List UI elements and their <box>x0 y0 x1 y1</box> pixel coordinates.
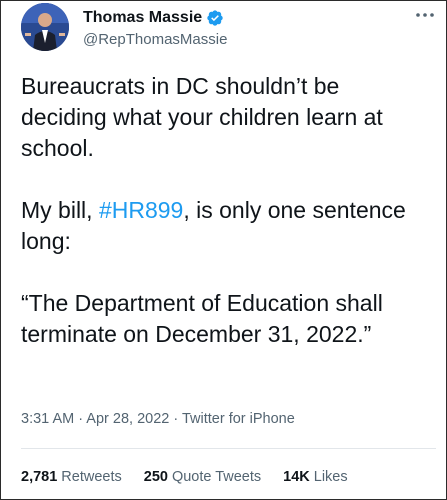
tweet-header: Thomas Massie @RepThomasMassie <box>21 3 441 55</box>
tweet-text-prefix: My bill, <box>21 197 99 223</box>
tweet-time[interactable]: 3:31 AM <box>21 411 74 427</box>
name-row: Thomas Massie <box>83 9 224 27</box>
retweets-stat[interactable]: 2,781 Retweets <box>21 469 122 485</box>
hashtag-link[interactable]: #HR899 <box>99 197 183 223</box>
tweet-paragraph-3: “The Department of Education shall termi… <box>21 290 383 347</box>
tweet-card: Thomas Massie @RepThomasMassie Bureaucra… <box>0 0 447 500</box>
quote-tweets-label: Quote Tweets <box>171 469 262 485</box>
meta-separator: · <box>74 411 87 427</box>
tweet-date[interactable]: Apr 28, 2022 <box>86 411 169 427</box>
likes-label: Likes <box>313 469 348 485</box>
quote-tweets-count: 250 <box>143 469 168 485</box>
tweet-stats: 2,781 Retweets 250 Quote Tweets 14K Likes <box>21 469 370 485</box>
display-name[interactable]: Thomas Massie <box>83 9 202 27</box>
tweet-text: Bureaucrats in DC shouldn’t be deciding … <box>21 71 431 381</box>
quote-tweets-stat[interactable]: 250 Quote Tweets <box>144 469 261 485</box>
meta-separator: · <box>169 411 182 427</box>
likes-stat[interactable]: 14K Likes <box>283 469 347 485</box>
divider <box>21 448 436 449</box>
retweets-count: 2,781 <box>21 469 58 485</box>
avatar[interactable] <box>21 3 69 51</box>
likes-count: 14K <box>283 469 310 485</box>
tweet-source[interactable]: Twitter for iPhone <box>182 411 295 427</box>
handle[interactable]: @RepThomasMassie <box>83 31 227 48</box>
retweets-label: Retweets <box>61 469 122 485</box>
tweet-meta: 3:31 AM · Apr 28, 2022 · Twitter for iPh… <box>21 411 295 427</box>
tweet-paragraph-1: Bureaucrats in DC shouldn’t be deciding … <box>21 73 383 161</box>
verified-badge-icon <box>206 9 224 27</box>
more-options-icon[interactable] <box>415 7 435 18</box>
tweet-paragraph-2: My bill, #HR899, is only one sentence lo… <box>21 195 431 257</box>
